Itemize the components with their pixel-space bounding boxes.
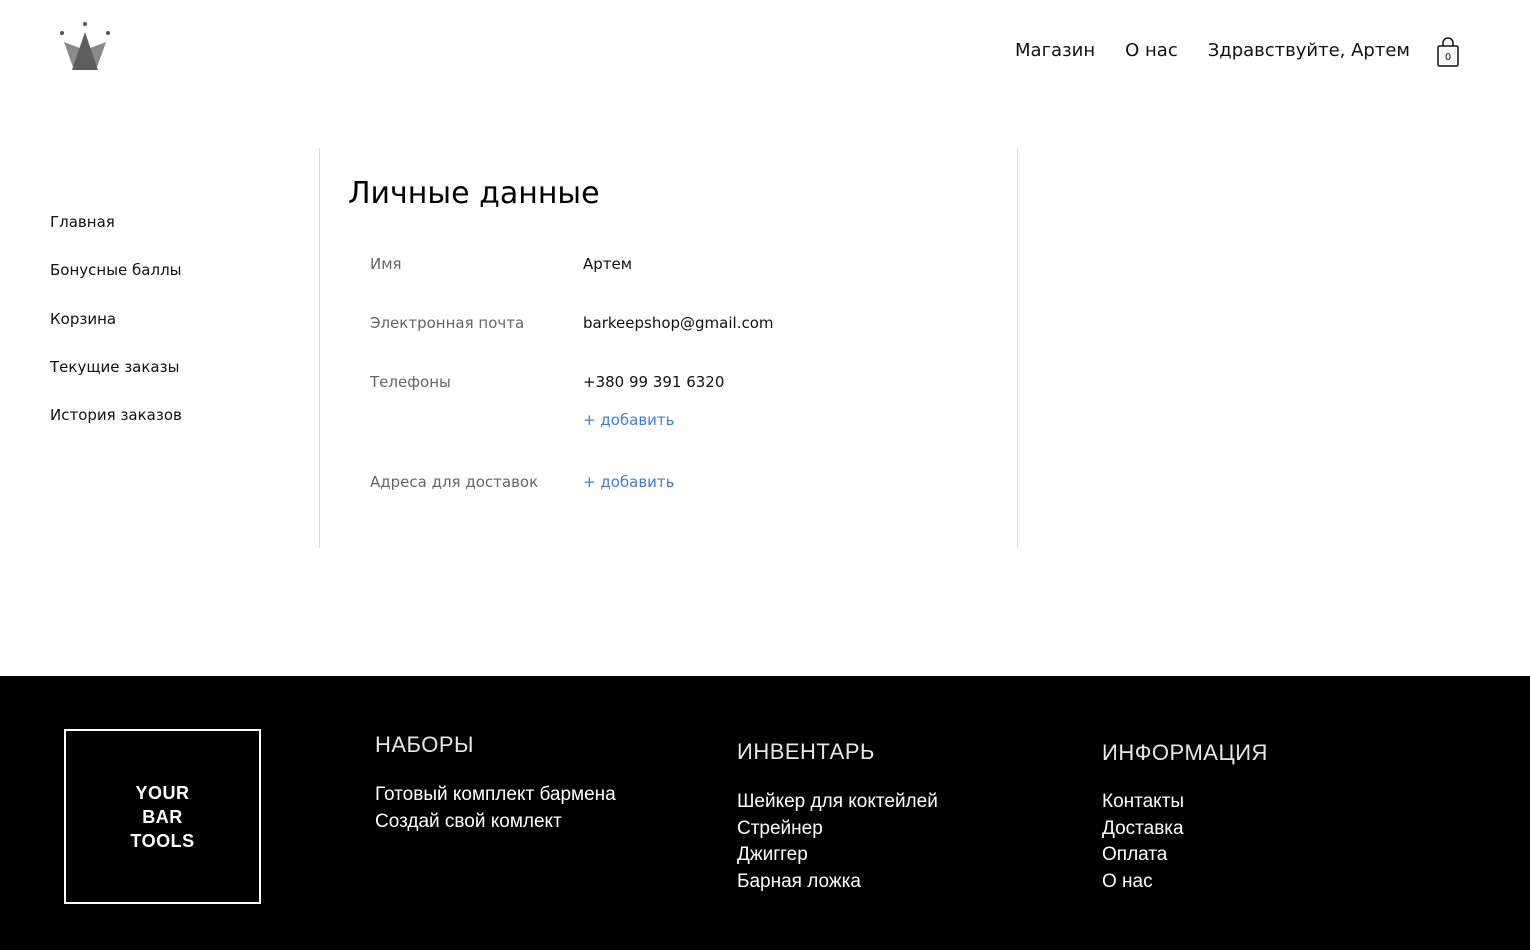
address-label: Адреса для доставок	[370, 473, 539, 491]
footer-link-shaker[interactable]: Шейкер для коктейлей	[737, 789, 938, 816]
nav-about[interactable]: О нас	[1125, 40, 1178, 61]
nav-shop[interactable]: Магазин	[1015, 40, 1095, 61]
nav-greeting-account[interactable]: Здравствуйте, Артем	[1208, 40, 1410, 61]
divider-left	[319, 148, 320, 548]
footer-col-inventory: ИНВЕНТАРЬ Шейкер для коктейлей Стрейнер …	[737, 739, 938, 895]
main-nav: Магазин О нас Здравствуйте, Артем	[1015, 40, 1410, 61]
name-label: Имя	[370, 255, 402, 273]
footer-link-bar-spoon[interactable]: Барная ложка	[737, 869, 938, 896]
footer-link-custom-kit[interactable]: Создай свой комлект	[375, 809, 616, 836]
sidebar-item-order-history[interactable]: История заказов	[50, 405, 310, 453]
sidebar-item-current-orders[interactable]: Текущие заказы	[50, 357, 310, 405]
phones-label: Телефоны	[370, 373, 451, 391]
phone-value: +380 99 391 6320	[583, 373, 725, 391]
footer-link-delivery[interactable]: Доставка	[1102, 816, 1268, 843]
cart-count-badge: 0	[1444, 52, 1452, 63]
sidebar-item-home[interactable]: Главная	[50, 212, 310, 260]
name-value: Артем	[583, 255, 633, 273]
account-sidebar: Главная Бонусные баллы Корзина Текущие з…	[50, 212, 310, 453]
footer-link-contacts[interactable]: Контакты	[1102, 789, 1268, 816]
footer-col-sets: НАБОРЫ Готовый комплект бармена Создай с…	[375, 732, 616, 835]
sidebar-item-bonus-points[interactable]: Бонусные баллы	[50, 260, 310, 308]
footer-link-about[interactable]: О нас	[1102, 869, 1268, 896]
header: Магазин О нас Здравствуйте, Артем 0	[0, 0, 1530, 110]
footer-heading-info: ИНФОРМАЦИЯ	[1102, 740, 1268, 765]
add-phone-link[interactable]: + добавить	[583, 411, 675, 429]
footer: YOUR BAR TOOLS НАБОРЫ Готовый комплект б…	[0, 676, 1530, 950]
cart-button[interactable]: 0	[1436, 36, 1460, 68]
footer-col-info: ИНФОРМАЦИЯ Контакты Доставка Оплата О на…	[1102, 740, 1268, 895]
footer-logo-line: TOOLS	[130, 830, 195, 851]
add-address-link[interactable]: + добавить	[583, 473, 675, 491]
email-label: Электронная почта	[370, 314, 525, 332]
sidebar-item-cart[interactable]: Корзина	[50, 309, 310, 357]
footer-heading-sets: НАБОРЫ	[375, 732, 475, 757]
footer-link-jigger[interactable]: Джиггер	[737, 842, 938, 869]
divider-right	[1017, 148, 1018, 548]
email-value: barkeepshop@gmail.com	[583, 314, 774, 332]
footer-heading-inventory: ИНВЕНТАРЬ	[737, 739, 875, 764]
footer-link-ready-kit[interactable]: Готовый комплект бармена	[375, 782, 616, 809]
crown-icon[interactable]	[58, 20, 112, 72]
footer-link-strainer[interactable]: Стрейнер	[737, 816, 938, 843]
page-title: Личные данные	[348, 176, 600, 211]
footer-logo-line: YOUR	[135, 782, 190, 803]
footer-logo[interactable]: YOUR BAR TOOLS	[64, 729, 261, 904]
footer-logo-line: BAR	[142, 806, 183, 827]
footer-link-payment[interactable]: Оплата	[1102, 842, 1268, 869]
